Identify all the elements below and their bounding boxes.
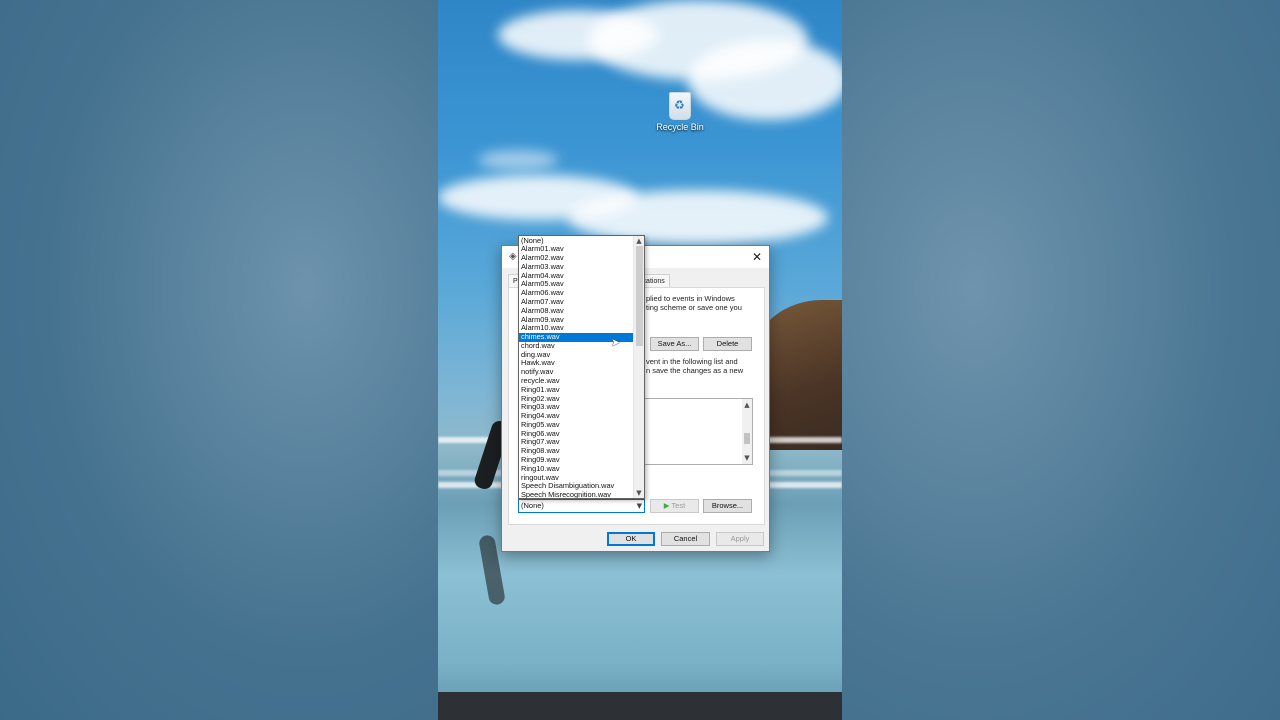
sound-option[interactable]: ding.wav [519,351,634,360]
sound-option[interactable]: Hawk.wav [519,359,634,368]
sound-option[interactable]: notify.wav [519,368,634,377]
sound-option[interactable]: Ring03.wav [519,403,634,412]
mouse-cursor-icon: ➤ [611,336,621,349]
sound-option[interactable]: Speech Disambiguation.wav [519,482,634,491]
test-button[interactable]: ▶ Test [650,499,699,513]
dropdown-scroll-down-icon[interactable]: ▼ [634,489,644,497]
play-icon: ▶ [663,501,670,510]
blurred-background-right [842,0,1280,720]
sound-option[interactable]: Ring09.wav [519,456,634,465]
chevron-down-icon[interactable]: ▼ [637,500,642,512]
blurred-background-left [0,0,438,720]
events-scroll-thumb[interactable] [744,433,750,444]
program-events-list[interactable]: ▲ ▼ [640,398,753,465]
scheme-description-line-2: ting scheme or save one you [646,303,742,312]
sound-option[interactable]: Alarm02.wav [519,254,634,263]
ok-button[interactable]: OK [607,532,655,546]
sound-option[interactable]: Alarm07.wav [519,298,634,307]
sound-option[interactable]: Speech Misrecognition.wav [519,491,634,498]
recycle-bin-shortcut[interactable]: Recycle Bin [650,92,710,132]
sound-option[interactable]: Ring10.wav [519,465,634,474]
sound-option[interactable]: Alarm05.wav [519,280,634,289]
sounds-combobox-value: (None) [521,501,544,510]
events-scrollbar[interactable]: ▲ ▼ [742,399,752,464]
browse-button[interactable]: Browse... [703,499,752,513]
test-button-label: Test [671,501,686,510]
close-button[interactable]: ✕ [749,249,765,265]
sound-option[interactable]: Ring05.wav [519,421,634,430]
sound-option[interactable]: Alarm10.wav [519,324,634,333]
sound-option[interactable]: Ring01.wav [519,386,634,395]
sound-option[interactable]: Alarm03.wav [519,263,634,272]
apply-button[interactable]: Apply [716,532,764,546]
sounds-combobox[interactable]: (None) ▼ [518,499,645,513]
event-description-line-1: vent in the following list and [646,357,738,366]
cancel-button[interactable]: Cancel [661,532,710,546]
sound-option[interactable]: Ring06.wav [519,430,634,439]
sound-option[interactable]: Alarm04.wav [519,272,634,281]
delete-button[interactable]: Delete [703,337,752,351]
sounds-dropdown-list[interactable]: (None) Alarm01.wav Alarm02.wav Alarm03.wav A… [518,235,645,499]
sound-option[interactable]: Ring02.wav [519,395,634,404]
sound-option[interactable]: Alarm08.wav [519,307,634,316]
save-as-button[interactable]: Save As... [650,337,699,351]
sound-option[interactable]: (None) [519,237,634,246]
sound-option[interactable]: ringout.wav [519,474,634,483]
scroll-up-icon[interactable]: ▲ [742,401,752,409]
taskbar [438,692,842,720]
dropdown-scroll-up-icon[interactable]: ▲ [634,237,644,245]
sound-option[interactable]: Alarm06.wav [519,289,634,298]
sound-option[interactable]: Ring04.wav [519,412,634,421]
speaker-icon: ◈ [509,251,517,262]
dropdown-scroll-thumb[interactable] [636,246,643,346]
recycle-bin-label: Recycle Bin [656,122,704,132]
scroll-down-icon[interactable]: ▼ [742,454,752,462]
sound-option[interactable]: Ring08.wav [519,447,634,456]
scheme-description-line-1: plied to events in Windows [646,294,735,303]
sound-option[interactable]: Alarm01.wav [519,245,634,254]
sound-option[interactable]: recycle.wav [519,377,634,386]
sound-option[interactable]: Alarm09.wav [519,316,634,325]
sound-option[interactable]: Ring07.wav [519,438,634,447]
recycle-bin-icon [669,92,691,120]
event-description-line-2: n save the changes as a new [646,366,744,375]
dropdown-scrollbar[interactable]: ▲ ▼ [633,236,644,498]
